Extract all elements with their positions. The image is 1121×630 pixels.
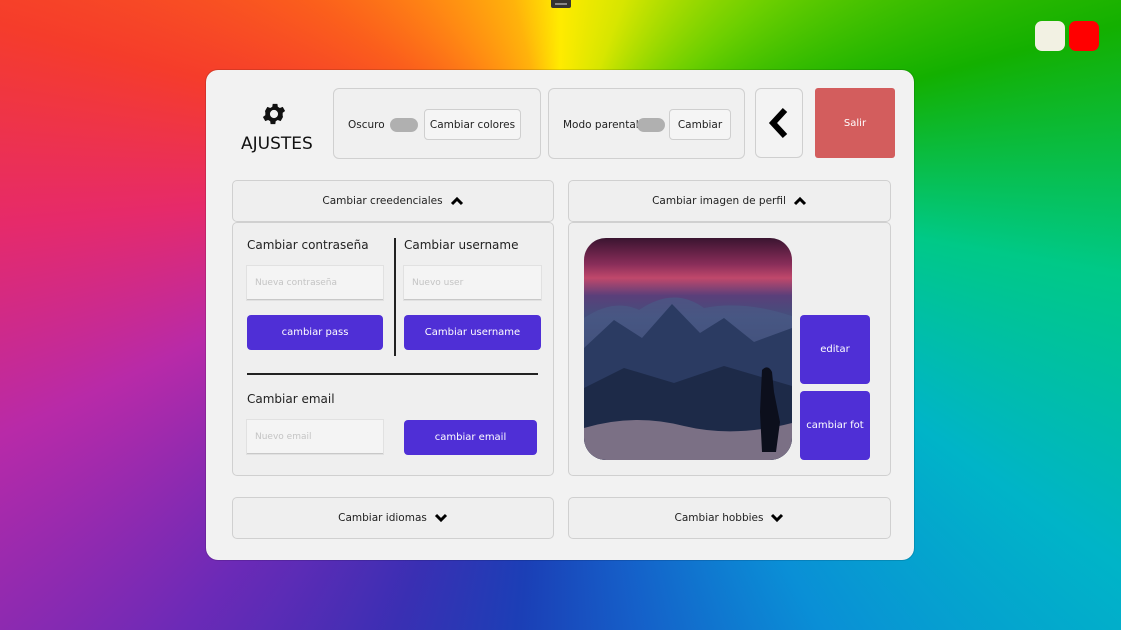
window-close-button[interactable]	[1069, 21, 1099, 51]
hobbies-header-label: Cambiar hobbies	[674, 512, 764, 524]
email-heading: Cambiar email	[247, 392, 335, 406]
theme-box: Oscuro Cambiar colores	[333, 88, 541, 159]
window-minimize-button[interactable]	[1035, 21, 1065, 51]
credentials-header-label: Cambiar creedenciales	[322, 195, 443, 207]
new-password-input[interactable]	[247, 266, 383, 300]
landscape-illustration	[584, 297, 792, 460]
change-password-button[interactable]: cambiar pass	[247, 315, 383, 350]
profile-image-header-label: Cambiar imagen de perfil	[652, 195, 786, 207]
chevron-up-icon	[450, 196, 463, 206]
change-colors-button[interactable]: Cambiar colores	[424, 109, 521, 140]
top-handle	[551, 0, 571, 8]
chevron-down-icon	[434, 513, 447, 523]
change-email-button[interactable]: cambiar email	[404, 420, 537, 455]
dark-mode-toggle[interactable]	[390, 118, 418, 132]
chevron-left-icon	[768, 107, 788, 139]
edit-photo-button[interactable]: editar	[800, 315, 870, 384]
hobbies-section-header[interactable]: Cambiar hobbies	[568, 497, 891, 539]
page-title: AJUSTES	[241, 134, 313, 154]
parental-box: Modo parental Cambiar	[548, 88, 745, 159]
back-button[interactable]	[755, 88, 803, 158]
parental-change-button[interactable]: Cambiar	[669, 109, 731, 140]
credentials-section-header[interactable]: Cambiar creedenciales	[232, 180, 554, 222]
profile-image-content: editar cambiar fot	[568, 222, 891, 476]
profile-image-section-header[interactable]: Cambiar imagen de perfil	[568, 180, 891, 222]
credentials-content: Cambiar contraseña cambiar pass Cambiar …	[232, 222, 554, 476]
username-heading: Cambiar username	[404, 238, 519, 252]
parental-mode-toggle[interactable]	[637, 118, 665, 132]
change-photo-button[interactable]: cambiar fot	[800, 391, 870, 460]
change-username-button[interactable]: Cambiar username	[404, 315, 541, 350]
password-heading: Cambiar contraseña	[247, 238, 369, 252]
chevron-up-icon	[793, 196, 806, 206]
languages-section-header[interactable]: Cambiar idiomas	[232, 497, 554, 539]
languages-header-label: Cambiar idiomas	[338, 512, 427, 524]
vertical-divider	[394, 238, 396, 356]
settings-panel: AJUSTES Oscuro Cambiar colores Modo pare…	[206, 70, 914, 560]
horizontal-divider	[247, 373, 538, 375]
new-email-input[interactable]	[247, 420, 383, 454]
gear-icon	[262, 103, 286, 125]
parental-mode-label: Modo parental	[563, 119, 639, 131]
new-username-input[interactable]	[404, 266, 541, 300]
exit-button[interactable]: Salir	[815, 88, 895, 158]
profile-photo	[584, 238, 792, 460]
dark-mode-label: Oscuro	[348, 119, 385, 131]
chevron-down-icon	[771, 513, 784, 523]
